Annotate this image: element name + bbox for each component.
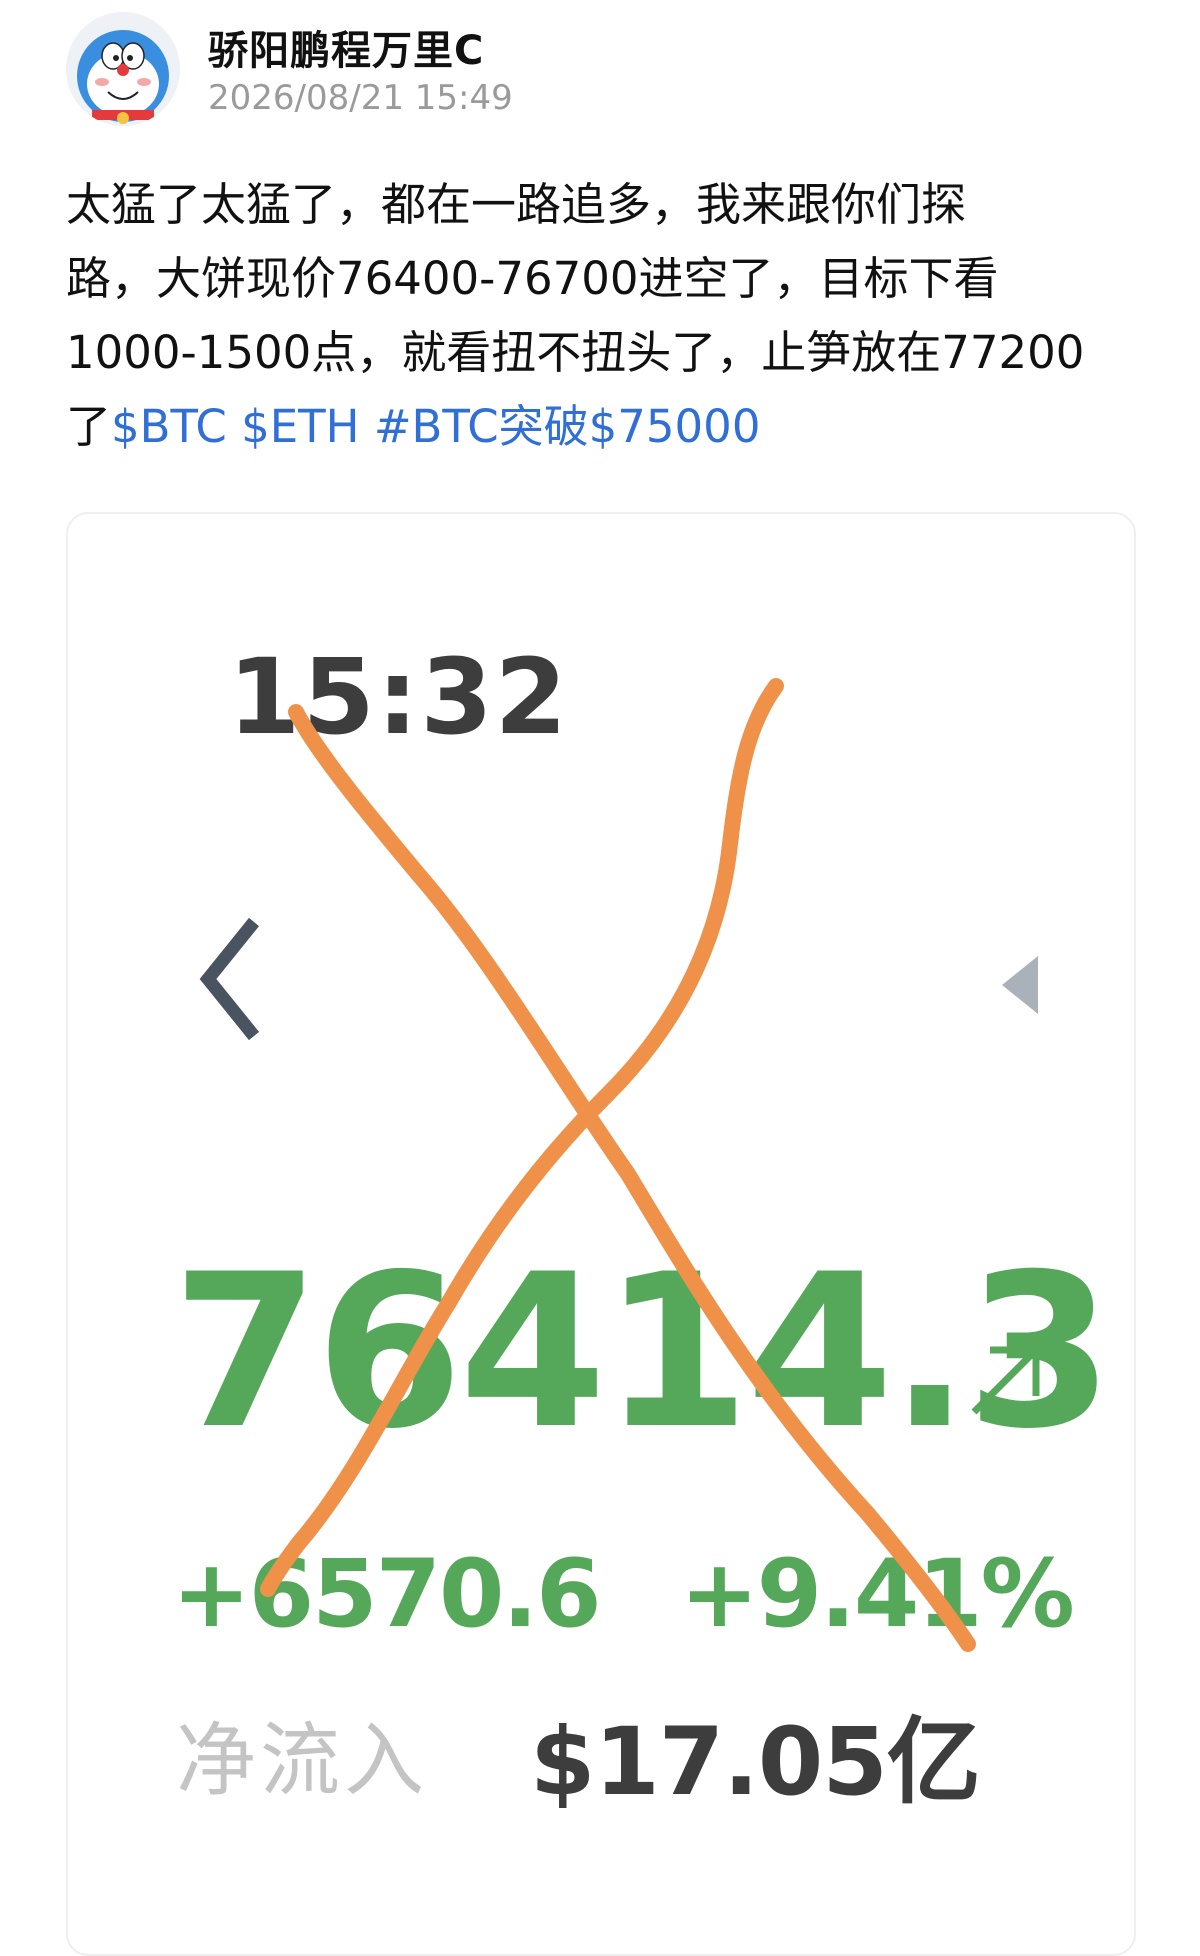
- post-text-line-last: 了$BTC $ETH #BTC突破$75000: [66, 390, 1156, 464]
- arrow-up-right-icon: [966, 1340, 1046, 1420]
- image-time: 15:32: [228, 636, 570, 758]
- tag-link-btc[interactable]: $BTC: [111, 400, 227, 453]
- hashtag-link[interactable]: #BTC突破$75000: [374, 400, 761, 453]
- net-inflow-value: $17.05亿: [530, 1708, 981, 1817]
- tag-link-eth[interactable]: $ETH: [241, 400, 359, 453]
- author-name[interactable]: 骄阳鹏程万里C: [208, 18, 484, 76]
- doraemon-avatar-icon: [66, 12, 180, 126]
- net-inflow-label: 净流入: [176, 1714, 428, 1807]
- change-amount: +6570.6: [172, 1540, 601, 1649]
- post-text-line: 路，大饼现价76400-76700进空了，目标下看: [66, 252, 999, 305]
- post-text: 太猛了太猛了，都在一路追多，我来跟你们探 路，大饼现价76400-76700进空…: [66, 168, 1156, 464]
- play-triangle-icon: [998, 954, 1042, 1016]
- post-text-prefix: 了: [66, 400, 112, 453]
- avatar[interactable]: [66, 12, 180, 126]
- chevron-left-icon: [196, 914, 266, 1044]
- post-timestamp: 2026/08/21 15:49: [208, 78, 513, 118]
- post-text-line: 太猛了太猛了，都在一路追多，我来跟你们探: [66, 178, 967, 231]
- cross-stroke-1: [288, 704, 976, 1652]
- post-text-line: 1000-1500点，就看扭不扭头了，止笋放在77200: [66, 326, 1085, 379]
- change-percent: +9.41%: [680, 1540, 1075, 1649]
- post-image-card[interactable]: 15:32 76414.3 +6570.6 +9.41% 净流入 $17.05亿: [66, 512, 1136, 1956]
